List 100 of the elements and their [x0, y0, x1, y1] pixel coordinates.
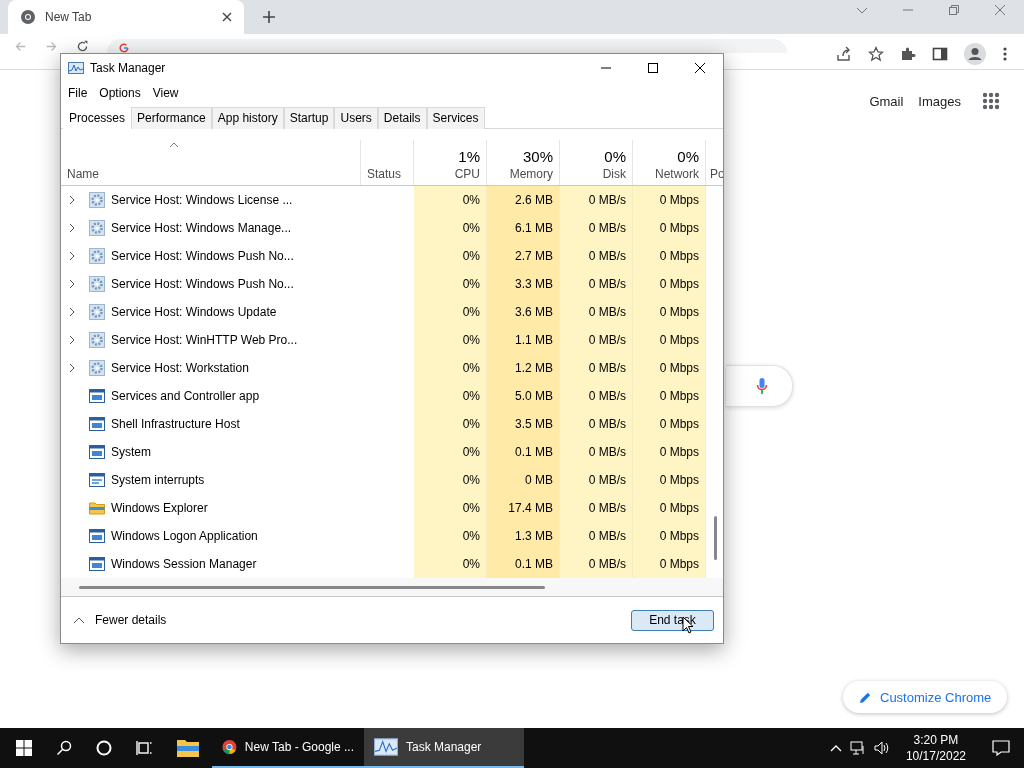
- expand-chevron-icon[interactable]: [69, 335, 75, 345]
- windows-start-icon[interactable]: [16, 740, 32, 756]
- process-name[interactable]: Service Host: Windows Update: [111, 305, 277, 319]
- task-manager-icon: [374, 737, 398, 757]
- tab[interactable]: Details: [377, 107, 427, 129]
- search-box[interactable]: [726, 365, 793, 407]
- column-header[interactable]: Disk: [602, 167, 626, 181]
- menu-item[interactable]: File: [68, 86, 88, 100]
- metric-cell: 6.1 MB: [487, 214, 560, 242]
- taskbar-button[interactable]: Task Manager: [364, 728, 524, 768]
- clock[interactable]: 3:20 PM 10/17/2022: [905, 732, 966, 764]
- microphone-icon[interactable]: [756, 377, 768, 395]
- maximize-icon[interactable]: [647, 62, 659, 74]
- speaker-icon[interactable]: [873, 740, 890, 756]
- metric-cell: 17.4 MB: [487, 494, 560, 522]
- process-name[interactable]: Windows Explorer: [111, 501, 208, 515]
- metric-cell: 0 MB/s: [560, 410, 633, 438]
- network-icon[interactable]: [849, 740, 866, 756]
- tab[interactable]: Services: [426, 107, 485, 129]
- metric-cell: 3.5 MB: [487, 410, 560, 438]
- toggle-label: Fewer details: [95, 613, 167, 627]
- puzzle-icon[interactable]: [900, 46, 916, 62]
- gear-icon: [89, 192, 105, 208]
- metric-cell: 0 Mbps: [633, 522, 706, 550]
- window-icon: [89, 472, 105, 488]
- menu-item[interactable]: View: [152, 86, 179, 100]
- metric-cell: 0%: [414, 298, 487, 326]
- customize-chrome-button[interactable]: Customize Chrome: [843, 681, 1008, 713]
- metric-cell: 0%: [414, 466, 487, 494]
- star-icon[interactable]: [868, 46, 884, 62]
- search-icon[interactable]: [56, 740, 72, 756]
- fewer-details-link[interactable]: Fewer details: [73, 613, 167, 627]
- metric-cell: 0 MB/s: [560, 382, 633, 410]
- process-name[interactable]: Service Host: Windows Push No...: [111, 277, 294, 291]
- process-name[interactable]: Service Host: Windows Push No...: [111, 249, 294, 263]
- expand-chevron-icon[interactable]: [69, 195, 75, 205]
- metric-cell: 0 MB/s: [560, 522, 633, 550]
- metric-cell: 0%: [414, 410, 487, 438]
- process-name[interactable]: Services and Controller app: [111, 389, 260, 403]
- process-name[interactable]: Service Host: Windows Manage...: [111, 221, 292, 235]
- tab[interactable]: Users: [334, 107, 378, 129]
- chevron-up-icon[interactable]: [829, 744, 842, 752]
- tab[interactable]: Startup: [283, 107, 335, 129]
- sort-caret-icon[interactable]: [169, 142, 179, 148]
- chevron-up-icon: [73, 616, 85, 624]
- metric-cell: 3.6 MB: [487, 298, 560, 326]
- window-title: Task Manager: [90, 61, 166, 75]
- chrome-icon: [20, 9, 36, 25]
- header-link[interactable]: Images: [918, 93, 961, 109]
- header-link[interactable]: Gmail: [869, 93, 904, 109]
- tab[interactable]: App history: [211, 107, 284, 129]
- tab[interactable]: Performance: [131, 107, 212, 129]
- metric-cell: 0 Mbps: [633, 326, 706, 354]
- expand-chevron-icon[interactable]: [69, 279, 75, 289]
- gear-icon: [89, 304, 105, 320]
- column-usage-percent: 1%: [458, 148, 480, 165]
- column-header[interactable]: Status: [367, 167, 413, 181]
- restore-icon[interactable]: [948, 3, 960, 16]
- process-name[interactable]: Shell Infrastructure Host: [111, 417, 240, 431]
- pencil-icon: [859, 690, 872, 704]
- process-name[interactable]: System interrupts: [111, 473, 205, 487]
- side-panel-icon[interactable]: [932, 46, 948, 62]
- close-icon[interactable]: [694, 62, 706, 74]
- column-header[interactable]: Network: [655, 167, 699, 181]
- process-name[interactable]: Windows Logon Application: [111, 529, 258, 543]
- horizontal-scrollbar-thumb[interactable]: [79, 585, 545, 589]
- column-usage-percent: 30%: [522, 148, 553, 165]
- column-header[interactable]: Memory: [509, 167, 553, 181]
- share-icon[interactable]: [836, 46, 852, 62]
- browser-tab[interactable]: New Tab: [8, 0, 244, 34]
- plus-icon[interactable]: [262, 10, 276, 24]
- process-name[interactable]: Service Host: Windows License ...: [111, 193, 293, 207]
- metric-cell: 0 MB/s: [560, 354, 633, 382]
- folder-icon: [89, 500, 105, 516]
- apps-grid-icon[interactable]: [982, 92, 1000, 110]
- more-icon[interactable]: [1002, 46, 1008, 62]
- process-name[interactable]: System: [111, 445, 151, 459]
- task-view-icon[interactable]: [136, 740, 152, 756]
- reload-icon[interactable]: [76, 40, 89, 53]
- circle-icon[interactable]: [96, 740, 112, 756]
- close-icon[interactable]: [222, 12, 232, 22]
- process-name[interactable]: Service Host: Workstation: [111, 361, 249, 375]
- notification-icon[interactable]: [992, 740, 1010, 756]
- task-manager-icon: [68, 62, 84, 74]
- gear-icon: [89, 360, 105, 376]
- process-name[interactable]: Windows Session Manager: [111, 557, 257, 571]
- expand-chevron-icon[interactable]: [69, 251, 75, 261]
- column-header[interactable]: Name: [67, 167, 360, 181]
- column-header[interactable]: CPU: [454, 167, 480, 181]
- process-name[interactable]: Service Host: WinHTTP Web Pro...: [111, 333, 298, 347]
- google-g-icon: [119, 43, 129, 53]
- vertical-scrollbar-thumb[interactable]: [714, 516, 717, 560]
- metric-cell: 0 Mbps: [633, 242, 706, 270]
- window-icon: [89, 388, 105, 404]
- expand-chevron-icon[interactable]: [69, 223, 75, 233]
- expand-chevron-icon[interactable]: [69, 307, 75, 317]
- metric-cell: 0 Mbps: [633, 354, 706, 382]
- profile-avatar-icon[interactable]: [964, 43, 986, 65]
- expand-chevron-icon[interactable]: [69, 363, 75, 373]
- menu-item[interactable]: Options: [99, 86, 141, 100]
